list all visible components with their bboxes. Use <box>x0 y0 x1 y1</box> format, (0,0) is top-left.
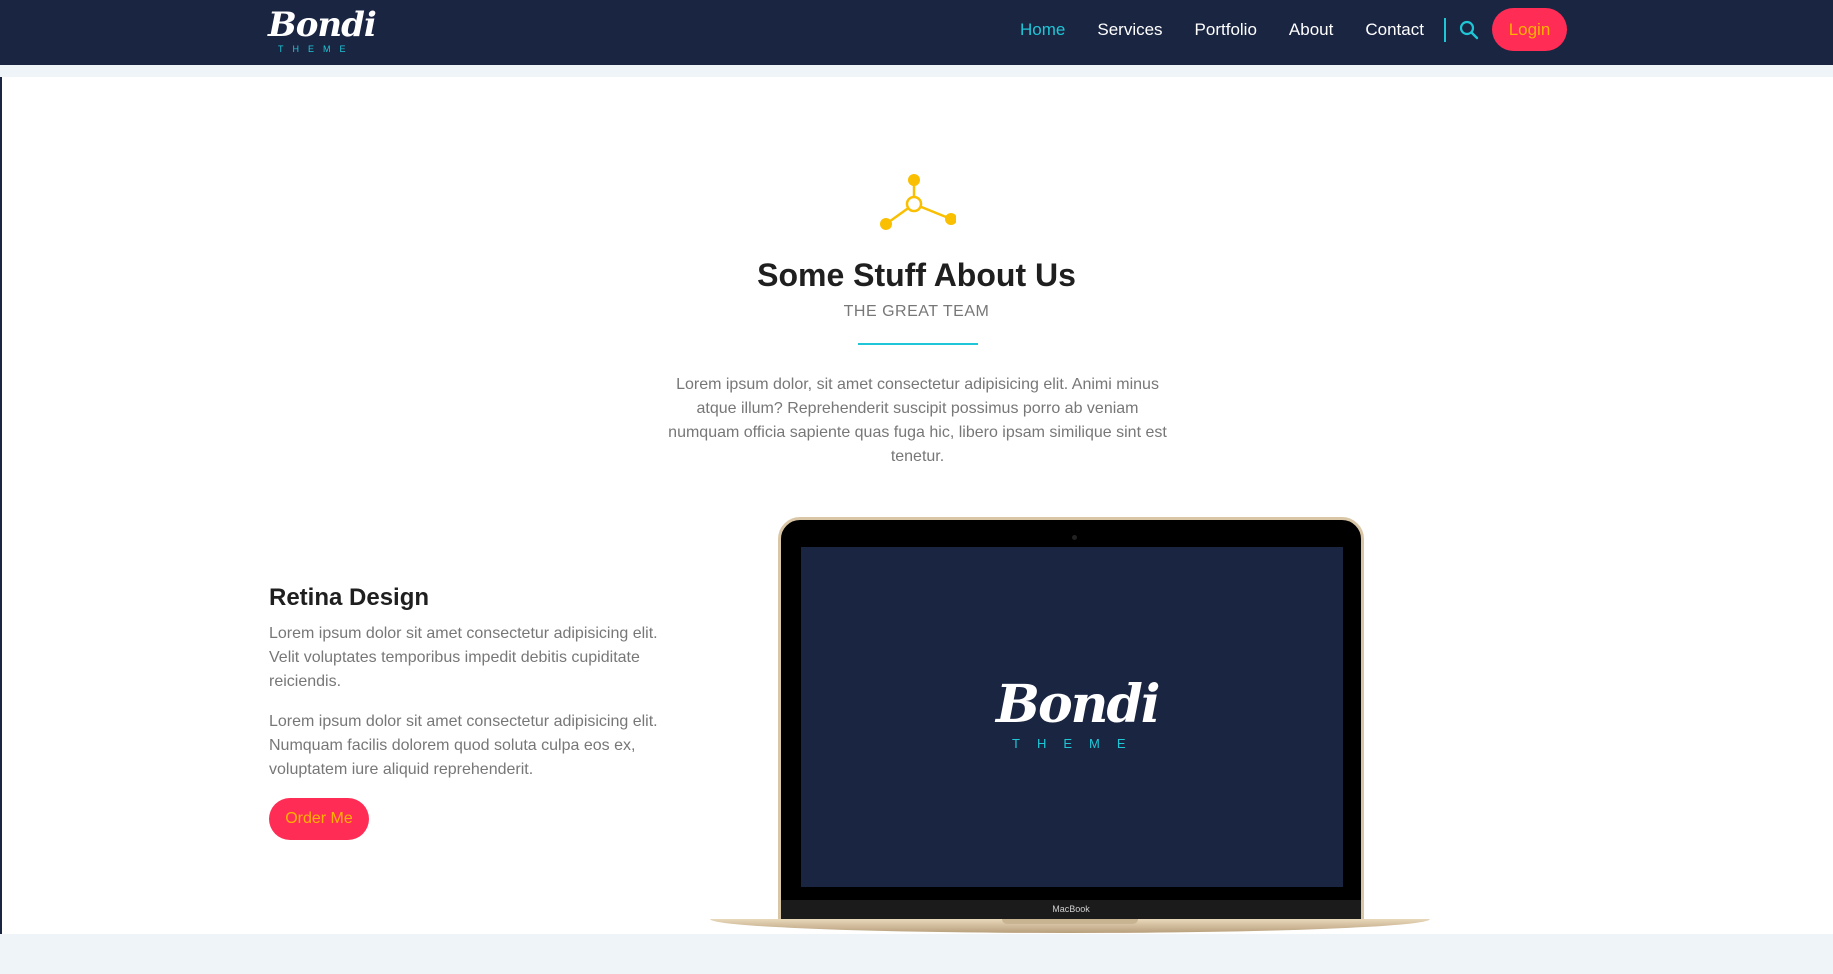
nav-divider <box>1444 18 1446 42</box>
laptop-notch <box>1002 919 1138 924</box>
feature-paragraph-2: Lorem ipsum dolor sit amet consectetur a… <box>269 713 658 778</box>
title-underline <box>858 343 978 345</box>
window-edge <box>0 0 2 974</box>
brand-logo[interactable]: Bondi THEME <box>268 6 377 54</box>
laptop-brand-label: MacBook <box>1052 904 1090 914</box>
navbar: Bondi THEME Home Services Portfolio Abou… <box>0 0 1833 65</box>
nav-contact[interactable]: Contact <box>1365 20 1424 40</box>
laptop-mockup: Bondi THEME MacBook <box>710 517 1430 935</box>
molecule-icon <box>876 172 957 234</box>
nav-home[interactable]: Home <box>1020 20 1065 40</box>
next-section-strip <box>0 934 1833 974</box>
section-subtitle: THE GREAT TEAM <box>843 303 990 320</box>
search-icon[interactable] <box>1458 19 1480 41</box>
camera-dot <box>1072 535 1077 540</box>
main-nav: Home Services Portfolio About Contact <box>1020 0 1456 60</box>
login-button[interactable]: Login <box>1492 8 1567 51</box>
section-title: Some Stuff About Us <box>757 257 1076 293</box>
screen-logo-subtitle: THEME <box>1012 736 1143 751</box>
nav-services[interactable]: Services <box>1097 20 1162 40</box>
nav-about[interactable]: About <box>1289 20 1333 40</box>
screen-logo-script: Bondi <box>996 674 1161 735</box>
laptop-lid: Bondi THEME <box>778 517 1364 919</box>
feature-paragraph-1: Lorem ipsum dolor sit amet consectetur a… <box>269 625 658 690</box>
logo-script: Bondi <box>268 5 377 45</box>
header-strip <box>0 65 1833 77</box>
order-button[interactable]: Order Me <box>269 798 369 840</box>
laptop-base <box>710 919 1430 933</box>
logo-subtitle: THEME <box>278 44 355 54</box>
laptop-chin: MacBook <box>781 900 1361 919</box>
intro-text: Lorem ipsum dolor, sit amet consectetur … <box>668 376 1167 465</box>
feature-title: Retina Design <box>269 584 430 611</box>
screen-logo: Bondi THEME <box>996 674 1161 755</box>
laptop-screen: Bondi THEME <box>801 547 1343 887</box>
nav-portfolio[interactable]: Portfolio <box>1195 20 1257 40</box>
